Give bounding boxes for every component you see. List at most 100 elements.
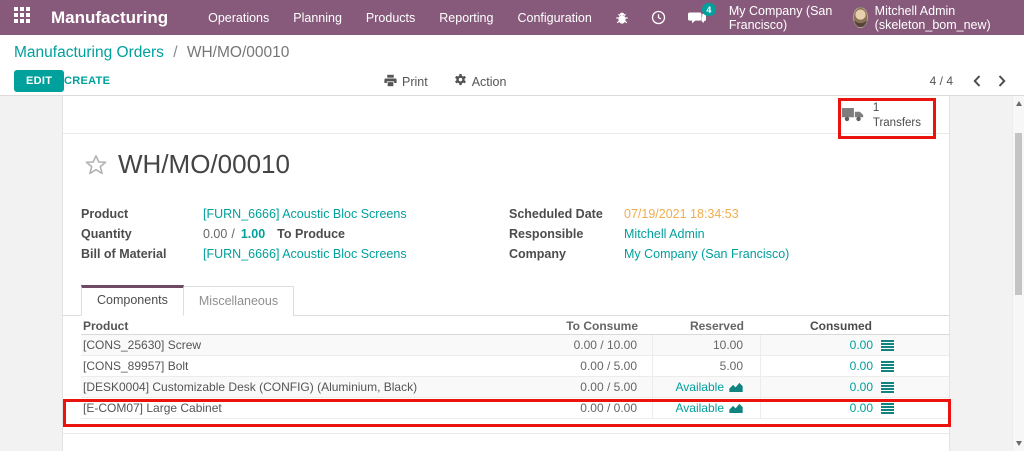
cell-consumed: 0.00: [761, 338, 949, 352]
menu-products[interactable]: Products: [354, 1, 427, 35]
print-label: Print: [402, 75, 428, 89]
vertical-scrollbar[interactable]: [1012, 96, 1024, 451]
transfers-stat-button[interactable]: 1 Transfers: [835, 99, 927, 132]
consumed-value: 0.00: [850, 401, 873, 415]
cell-product: [DESK0004] Customizable Desk (CONFIG) (A…: [81, 380, 546, 394]
cell-reserved: 5.00: [653, 356, 761, 376]
field-company: Company My Company (San Francisco): [509, 247, 939, 261]
consumed-value: 0.00: [850, 359, 873, 373]
consumed-details-icon[interactable]: [881, 340, 894, 351]
field-bill-of-material: Bill of Material [FURN_6666] Acoustic Bl…: [81, 247, 491, 261]
header-product[interactable]: Product: [81, 319, 546, 333]
printer-icon: [384, 74, 397, 90]
action-label: Action: [472, 75, 507, 89]
transfers-stat-text: 1 Transfers: [873, 101, 921, 130]
field-scheduled-date: Scheduled Date 07/19/2021 18:34:53: [509, 207, 939, 221]
tab-components[interactable]: Components: [81, 285, 184, 316]
menu-planning[interactable]: Planning: [281, 1, 354, 35]
quantity-produced: 0.00: [203, 227, 227, 241]
quantity-suffix: To Produce: [277, 227, 345, 241]
cell-product: [CONS_89957] Bolt: [81, 359, 546, 373]
field-product-label: Product: [81, 207, 203, 221]
cell-reserved: Available: [653, 377, 761, 397]
breadcrumb: Manufacturing Orders / WH/MO/00010: [14, 44, 289, 62]
field-responsible-label: Responsible: [509, 227, 624, 241]
company-switcher[interactable]: My Company (San Francisco): [729, 4, 839, 32]
table-header-row: Product To Consume Reserved Consumed: [81, 317, 949, 335]
scrollbar-down-arrow[interactable]: [1016, 441, 1022, 446]
cell-consumed: 0.00: [761, 359, 949, 373]
user-avatar[interactable]: [853, 7, 868, 28]
cell-consumed: 0.00: [761, 380, 949, 394]
menu-reporting[interactable]: Reporting: [427, 1, 505, 35]
print-menu-button[interactable]: Print: [384, 74, 428, 90]
odoo-manufacturing-screen: Manufacturing Operations Planning Produc…: [0, 0, 1024, 451]
table-row-large-cabinet[interactable]: [E-COM07] Large Cabinet 0.00 / 0.00 Avai…: [81, 398, 949, 419]
cell-to-consume: 0.00 / 10.00: [546, 335, 653, 355]
chevron-right-icon: [998, 75, 1006, 87]
field-scheduled-date-value: 07/19/2021 18:34:53: [624, 207, 739, 221]
header-reserved[interactable]: Reserved: [653, 319, 761, 333]
forecast-chart-icon[interactable]: [729, 403, 743, 413]
control-panel: Manufacturing Orders / WH/MO/00010 EDIT …: [0, 35, 1024, 96]
cell-reserved: Available: [653, 398, 761, 418]
consumed-value: 0.00: [850, 380, 873, 394]
header-consumed[interactable]: Consumed: [761, 319, 949, 333]
consumed-value: 0.00: [850, 338, 873, 352]
cell-to-consume: 0.00 / 5.00: [546, 356, 653, 376]
messages-icon[interactable]: 4: [677, 10, 717, 25]
page-title: WH/MO/00010: [118, 149, 290, 180]
activities-clock-icon[interactable]: [640, 10, 677, 25]
pager-previous-button[interactable]: [973, 75, 981, 87]
star-icon: [84, 153, 108, 177]
pager-arrows: [973, 75, 1006, 87]
record-actions: Print Action: [384, 74, 506, 90]
gear-icon: [454, 74, 467, 90]
create-button[interactable]: CREATE: [64, 75, 110, 87]
favorite-star-button[interactable]: [84, 153, 108, 177]
table-row-desk[interactable]: [DESK0004] Customizable Desk (CONFIG) (A…: [81, 377, 949, 398]
field-bom-value[interactable]: [FURN_6666] Acoustic Bloc Screens: [203, 247, 407, 261]
table-row-bolt[interactable]: [CONS_89957] Bolt 0.00 / 5.00 5.00 0.00: [81, 356, 949, 377]
forecast-chart-icon[interactable]: [729, 382, 743, 392]
reserved-availability: Available: [676, 380, 724, 394]
debug-bug-icon[interactable]: [604, 11, 640, 25]
apps-grid-icon: [14, 7, 30, 28]
scrollbar-up-arrow[interactable]: [1016, 101, 1022, 106]
table-row-screw[interactable]: [CONS_25630] Screw 0.00 / 10.00 10.00 0.…: [81, 335, 949, 356]
chevron-left-icon: [973, 75, 981, 87]
field-quantity-label: Quantity: [81, 227, 203, 241]
field-product: Product [FURN_6666] Acoustic Bloc Screen…: [81, 207, 491, 221]
consumed-details-icon[interactable]: [881, 382, 894, 393]
header-to-consume[interactable]: To Consume: [546, 319, 653, 333]
manufacturing-order-form: 1 Transfers WH/MO/00010 Product [FURN_66…: [62, 96, 950, 451]
field-company-value[interactable]: My Company (San Francisco): [624, 247, 789, 261]
tab-miscellaneous[interactable]: Miscellaneous: [184, 286, 294, 316]
notebook-tabs: Components Miscellaneous: [63, 288, 949, 316]
cell-consumed: 0.00: [761, 401, 949, 415]
app-title[interactable]: Manufacturing: [51, 8, 168, 28]
cell-to-consume: 0.00 / 0.00: [546, 398, 653, 418]
edit-button[interactable]: EDIT: [14, 70, 64, 92]
field-product-value[interactable]: [FURN_6666] Acoustic Bloc Screens: [203, 207, 407, 221]
apps-menu-button[interactable]: [0, 7, 43, 28]
field-scheduled-date-label: Scheduled Date: [509, 207, 624, 221]
user-menu[interactable]: Mitchell Admin (skeleton_bom_new): [875, 4, 1008, 32]
consumed-details-icon[interactable]: [881, 361, 894, 372]
pager-next-button[interactable]: [998, 75, 1006, 87]
table-bottom-divider: [63, 433, 949, 434]
scrollbar-thumb[interactable]: [1015, 133, 1022, 295]
field-responsible: Responsible Mitchell Admin: [509, 227, 939, 241]
top-menu: Operations Planning Products Reporting C…: [196, 1, 604, 35]
field-responsible-value[interactable]: Mitchell Admin: [624, 227, 705, 241]
quantity-separator: /: [231, 227, 234, 241]
breadcrumb-manufacturing-orders[interactable]: Manufacturing Orders: [14, 44, 164, 61]
menu-configuration[interactable]: Configuration: [505, 1, 603, 35]
field-group-right: Scheduled Date 07/19/2021 18:34:53 Respo…: [509, 207, 939, 267]
cell-to-consume: 0.00 / 5.00: [546, 377, 653, 397]
breadcrumb-current-record: WH/MO/00010: [187, 44, 290, 61]
consumed-details-icon[interactable]: [881, 403, 894, 414]
action-menu-button[interactable]: Action: [454, 74, 507, 90]
menu-operations[interactable]: Operations: [196, 1, 281, 35]
cell-product: [E-COM07] Large Cabinet: [81, 401, 546, 415]
